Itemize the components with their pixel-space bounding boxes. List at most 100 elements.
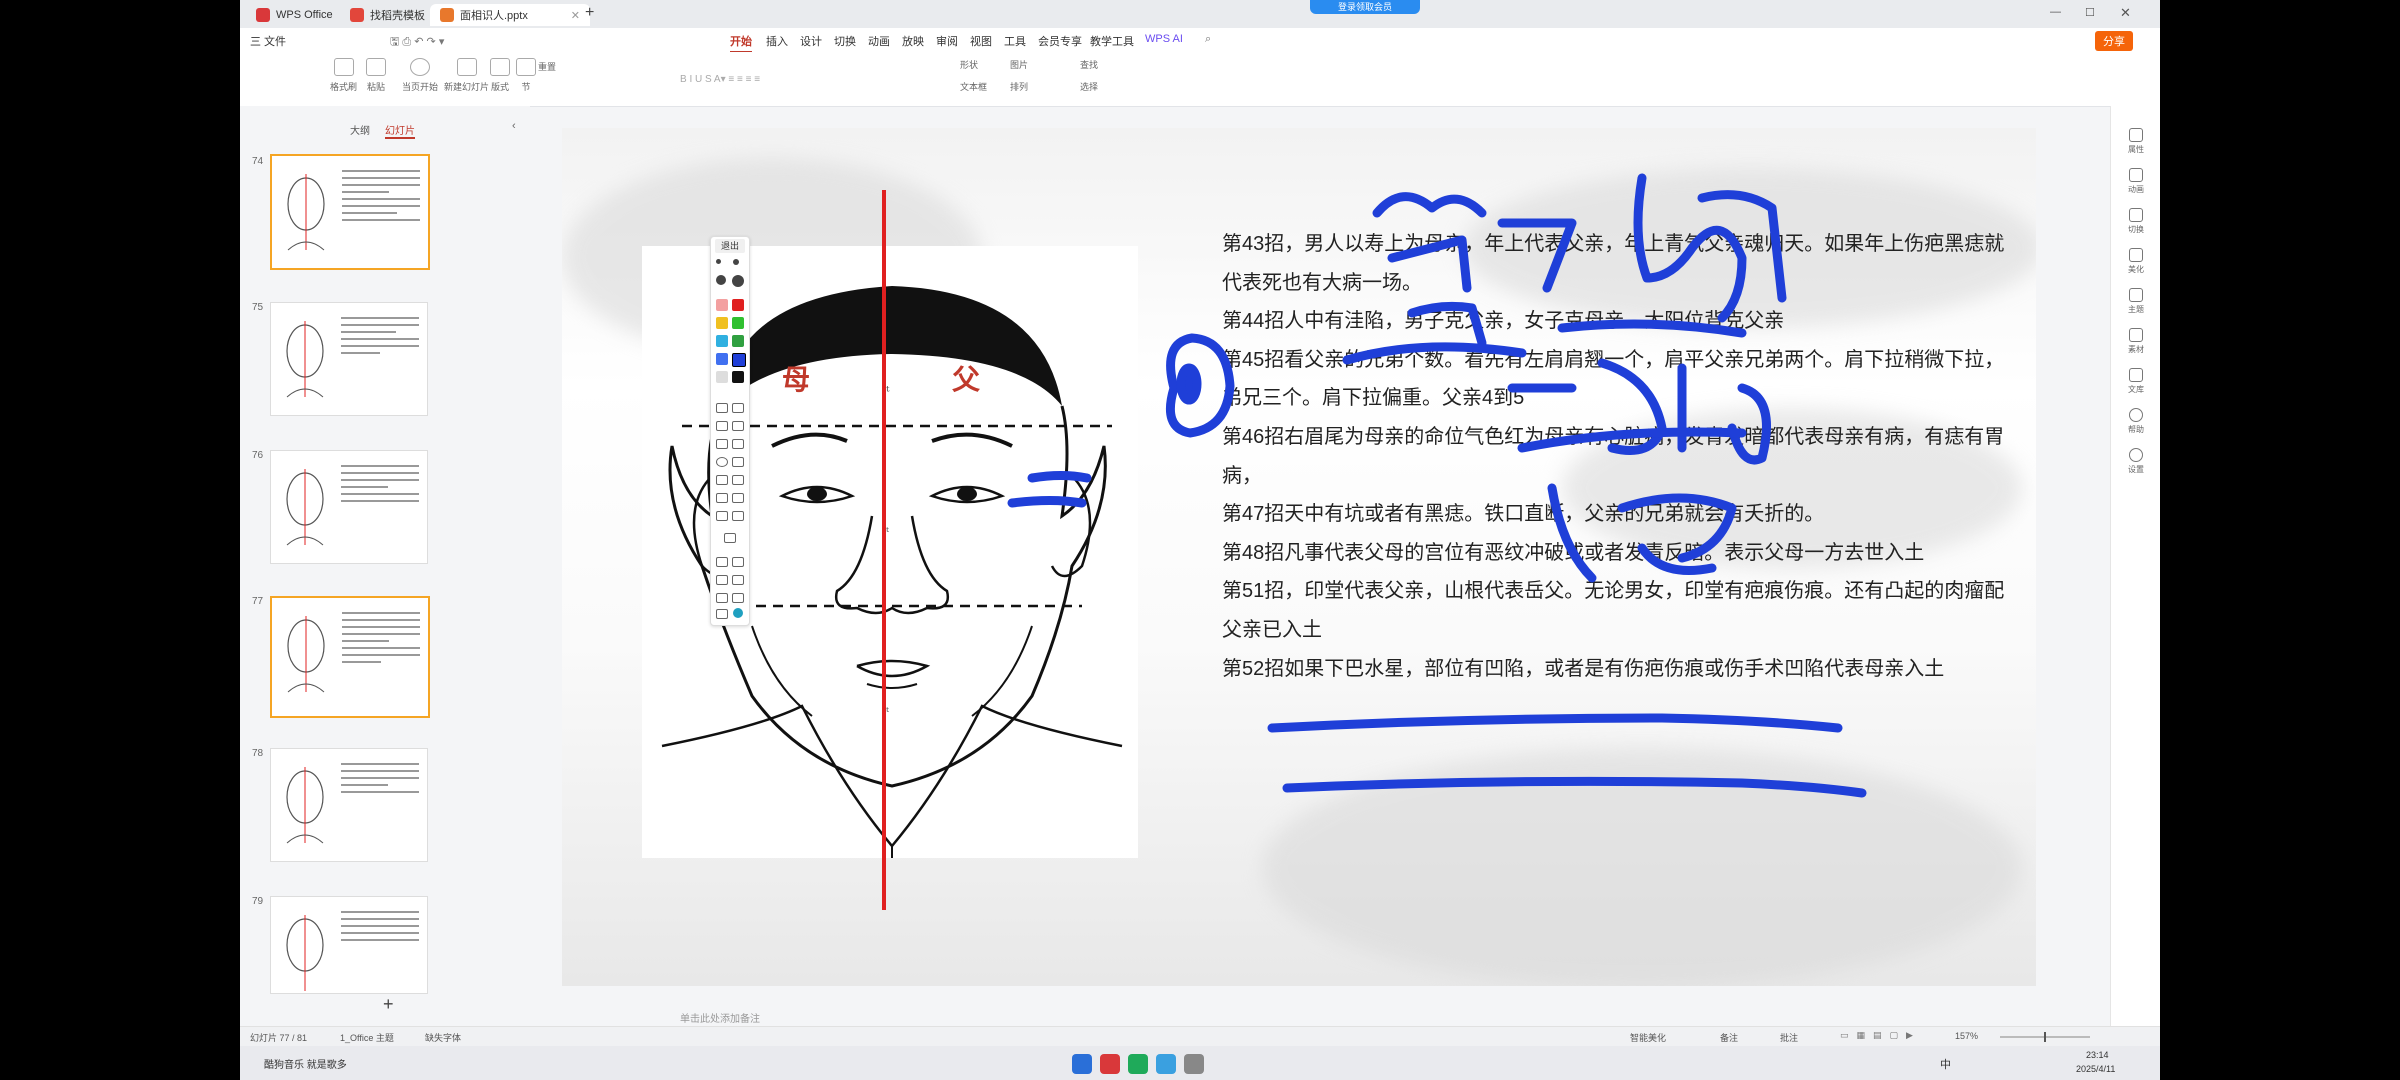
new-slide-button[interactable]: 新建幻灯片	[444, 58, 489, 93]
tab-current-doc[interactable]: 面相识人.pptx ✕	[430, 4, 590, 26]
add-slide-button[interactable]: +	[383, 994, 394, 1015]
menu-home[interactable]: 开始	[730, 33, 752, 53]
close-window-icon[interactable]: ✕	[2120, 5, 2131, 21]
menu-animation[interactable]: 动画	[868, 33, 890, 49]
undo-icon[interactable]	[716, 557, 728, 567]
wps-taskbar-icon[interactable]	[1100, 1054, 1120, 1074]
minimize-icon[interactable]: —	[2050, 6, 2061, 18]
animation-panel-button[interactable]: 动画	[2111, 168, 2160, 195]
copy-icon[interactable]	[732, 575, 744, 585]
rectangle-icon[interactable]	[716, 439, 728, 449]
eye-icon[interactable]	[732, 457, 744, 467]
arrow-icon[interactable]	[732, 421, 744, 431]
app-taskbar-icon[interactable]	[1128, 1054, 1148, 1074]
search-icon[interactable]: ⌕	[1205, 33, 1211, 46]
format-painter-button[interactable]: 格式刷	[330, 58, 357, 93]
smart-beautify-button[interactable]: 智能美化	[1630, 1031, 1666, 1044]
reset-button[interactable]: 重置	[538, 60, 556, 73]
library-button[interactable]: 文库	[2111, 368, 2160, 395]
settings-button[interactable]: 设置	[2111, 448, 2160, 475]
paste-button[interactable]: 粘贴	[366, 58, 386, 93]
properties-button[interactable]: 属性	[2111, 128, 2160, 155]
quick-access-icons[interactable]: 🖫 ⎙ ↶ ↷ ▾	[390, 33, 444, 52]
zoom-slider-thumb[interactable]	[2044, 1032, 2046, 1042]
tab-template[interactable]: 找稻壳模板	[340, 4, 435, 26]
notes-area[interactable]: 单击此处添加备注	[530, 1006, 2110, 1026]
slide-thumbnail-current[interactable]	[270, 596, 430, 718]
beautify-button[interactable]: 美化	[2111, 248, 2160, 275]
color-swatch[interactable]	[716, 371, 728, 383]
close-tab-icon[interactable]: ✕	[571, 9, 580, 22]
arrange-button[interactable]: 排列	[1010, 80, 1028, 93]
tab-outline[interactable]: 大纲	[350, 122, 370, 137]
color-swatch[interactable]	[732, 299, 744, 311]
pen-size-large[interactable]	[716, 275, 726, 285]
tab-slides[interactable]: 幻灯片	[385, 122, 415, 139]
input-language[interactable]: 中	[1940, 1056, 1951, 1072]
magnifier-icon[interactable]	[732, 511, 744, 521]
view-mode-icons[interactable]: ▭▦▤▢▶	[1840, 1030, 1921, 1041]
double-arrow-icon[interactable]	[716, 475, 728, 485]
new-tab-button[interactable]: +	[585, 4, 594, 22]
clock-time[interactable]: 23:14	[2086, 1050, 2109, 1060]
pen-size-medium[interactable]	[733, 259, 739, 265]
textbox-button[interactable]: 文本框	[960, 80, 987, 93]
start-menu-icon[interactable]	[1072, 1054, 1092, 1074]
comments-button[interactable]: 批注	[1780, 1031, 1798, 1044]
slide-thumbnail[interactable]	[270, 748, 428, 862]
menu-transition[interactable]: 切换	[834, 33, 856, 49]
highlighter-icon[interactable]	[716, 511, 728, 521]
menu-view[interactable]: 视图	[970, 33, 992, 49]
color-swatch[interactable]	[716, 299, 728, 311]
cross-icon[interactable]	[732, 493, 744, 503]
find-button[interactable]: 查找	[1080, 58, 1098, 71]
app-taskbar-icon[interactable]	[1184, 1054, 1204, 1074]
line-icon[interactable]	[716, 421, 728, 431]
save-icon[interactable]	[716, 609, 728, 619]
file-icon[interactable]	[716, 575, 728, 585]
menu-tools[interactable]: 工具	[1004, 33, 1026, 49]
color-swatch[interactable]	[732, 335, 744, 347]
color-swatch[interactable]	[716, 317, 728, 329]
color-swatch[interactable]	[716, 353, 728, 365]
help-button[interactable]: 帮助	[2111, 408, 2160, 435]
select-button[interactable]: 选择	[1080, 80, 1098, 93]
lock-icon[interactable]	[716, 593, 728, 603]
menu-wps-ai[interactable]: WPS AI	[1145, 33, 1183, 45]
exit-pen-button[interactable]: 退出	[715, 239, 745, 253]
menu-member[interactable]: 会员专享	[1038, 33, 1082, 49]
theme-name[interactable]: 1_Office 主题	[340, 1031, 394, 1044]
transition-panel-button[interactable]: 切换	[2111, 208, 2160, 235]
assets-button[interactable]: 素材	[2111, 328, 2160, 355]
color-swatch-selected[interactable]	[732, 353, 746, 367]
app-taskbar-icon[interactable]	[1156, 1054, 1176, 1074]
slide-thumbnail[interactable]	[270, 896, 428, 994]
zoom-slider[interactable]	[2000, 1032, 2090, 1042]
music-widget[interactable]: 酷狗音乐 就是歌多	[264, 1056, 347, 1071]
text-tool-icon[interactable]	[732, 475, 744, 485]
layout-button[interactable]: 版式	[490, 58, 510, 93]
pen-size-xlarge[interactable]	[732, 275, 744, 287]
wave-pen-icon[interactable]	[716, 403, 728, 413]
pen-size-small[interactable]	[716, 259, 721, 264]
section-button[interactable]: 节	[516, 58, 536, 93]
filled-rect-icon[interactable]	[732, 439, 744, 449]
missing-font-button[interactable]: 缺失字体	[425, 1031, 461, 1044]
play-from-current-button[interactable]: 当页开始	[402, 58, 438, 93]
menu-slideshow[interactable]: 放映	[902, 33, 924, 49]
share-button[interactable]: 分享	[2095, 31, 2133, 51]
theme-button[interactable]: 主题	[2111, 288, 2160, 315]
shape-button[interactable]: 形状	[960, 58, 978, 71]
menu-design[interactable]: 设计	[800, 33, 822, 49]
pencil-icon[interactable]	[732, 403, 744, 413]
font-format-group[interactable]: B I U S A▾ ≡ ≡ ≡ ≡	[680, 74, 760, 85]
file-menu[interactable]: 三 文件	[250, 33, 286, 49]
maximize-icon[interactable]: ☐	[2085, 6, 2095, 19]
color-swatch[interactable]	[716, 335, 728, 347]
ellipse-icon[interactable]	[716, 457, 728, 467]
slide-thumbnail[interactable]	[270, 154, 430, 270]
collapse-sidebar-icon[interactable]: ‹	[512, 120, 516, 132]
menu-review[interactable]: 审阅	[936, 33, 958, 49]
menu-teaching[interactable]: 教学工具	[1090, 33, 1134, 49]
menu-insert[interactable]: 插入	[766, 33, 788, 49]
